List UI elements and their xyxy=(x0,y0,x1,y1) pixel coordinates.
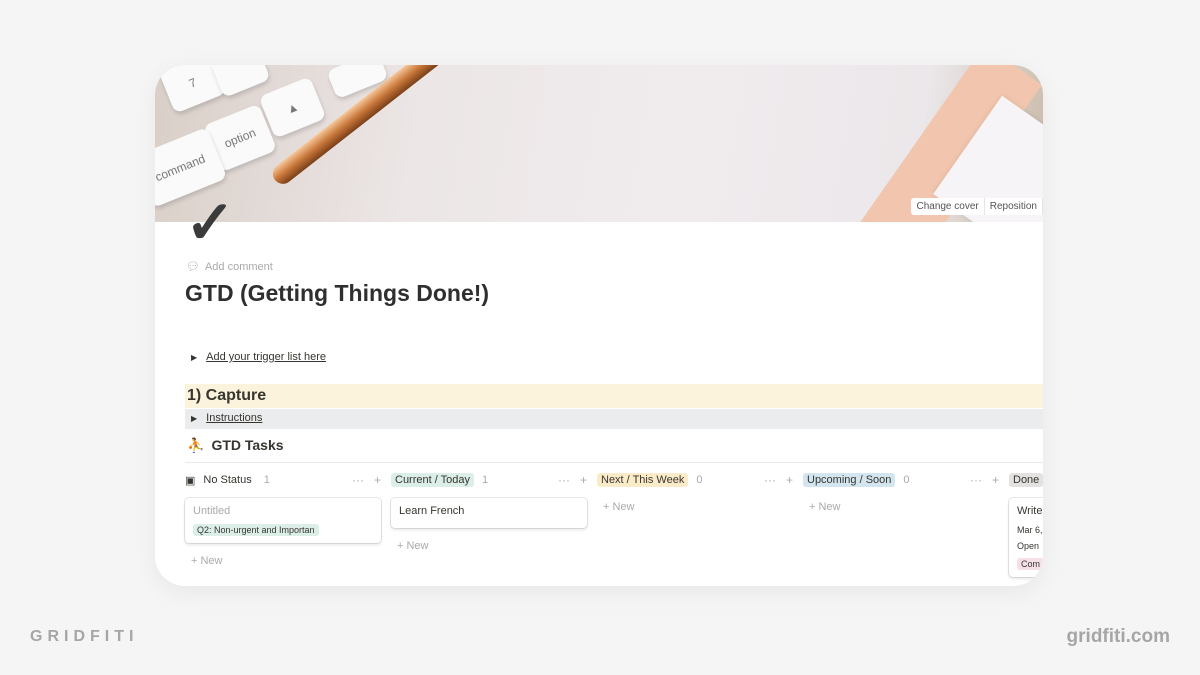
board-column: Upcoming / Soon 0 ··· + + New xyxy=(803,471,999,513)
more-icon[interactable]: ··· xyxy=(764,473,776,487)
inbox-icon: ▣ xyxy=(185,474,196,487)
comment-icon: 💬︎ xyxy=(186,261,200,273)
cover-image: 7 ▲ option command Change cover Repositi… xyxy=(155,65,1043,222)
board-column: Done Write Mar 6, Open Com xyxy=(1009,471,1043,577)
card-title: Write xyxy=(1017,505,1043,517)
more-icon[interactable]: ··· xyxy=(352,473,364,487)
plus-icon[interactable]: + xyxy=(374,473,381,487)
new-label: New xyxy=(406,540,429,552)
board-card[interactable]: Untitled Q2: Non-urgent and Importan xyxy=(185,498,381,543)
checkmark-icon[interactable]: ✓ xyxy=(185,193,235,253)
card-title: Learn French xyxy=(399,505,465,517)
card-tag: Com xyxy=(1017,558,1043,570)
card-tag: Q2: Non-urgent and Importan xyxy=(193,524,319,536)
brand-logo: GRIDFITI xyxy=(30,628,139,645)
board-column: Next / This Week 0 ··· + + New xyxy=(597,471,793,513)
site-url: gridfiti.com xyxy=(1066,626,1170,647)
add-comment-button[interactable]: 💬︎ Add comment xyxy=(186,260,273,274)
plus-icon[interactable]: + xyxy=(786,473,793,487)
add-comment-label: Add comment xyxy=(204,260,273,273)
new-card-button[interactable]: + New xyxy=(803,501,999,513)
card-date: Mar 6, xyxy=(1017,525,1043,535)
column-label[interactable]: Next / This Week xyxy=(597,473,689,487)
column-count: 1 xyxy=(263,474,270,486)
column-count: 0 xyxy=(903,474,910,486)
heading-capture: 1) Capture xyxy=(185,384,1043,408)
database-title[interactable]: ⛹ GTD Tasks xyxy=(187,437,284,454)
new-card-button[interactable]: + New xyxy=(597,501,793,513)
new-card-button[interactable]: + New xyxy=(185,555,381,567)
new-label: New xyxy=(200,555,223,567)
notion-page: 7 ▲ option command Change cover Repositi… xyxy=(155,65,1043,586)
new-card-button[interactable]: + New xyxy=(391,540,587,552)
card-title: Untitled xyxy=(193,505,231,517)
board-card[interactable]: Write Mar 6, Open Com xyxy=(1009,498,1043,577)
card-status: Open xyxy=(1017,541,1040,551)
instructions-toggle[interactable]: ▶ Instructions xyxy=(191,412,262,424)
new-label: New xyxy=(818,501,841,513)
more-icon[interactable]: ··· xyxy=(970,473,982,487)
toggle-label[interactable]: Instructions xyxy=(206,412,262,424)
new-label: New xyxy=(612,501,635,513)
database-title-label: GTD Tasks xyxy=(211,437,284,453)
column-label[interactable]: Current / Today xyxy=(391,473,475,487)
triangle-right-icon[interactable]: ▶ xyxy=(191,414,197,423)
plus-icon[interactable]: + xyxy=(992,473,999,487)
column-label[interactable]: Done xyxy=(1009,473,1043,487)
toggle-label[interactable]: Add your trigger list here xyxy=(206,351,326,363)
reposition-button[interactable]: Reposition xyxy=(985,198,1043,215)
triangle-right-icon[interactable]: ▶ xyxy=(191,353,197,362)
page-title: GTD (Getting Things Done!) xyxy=(185,280,490,306)
column-label[interactable]: Upcoming / Soon xyxy=(803,473,896,487)
plus-icon[interactable]: + xyxy=(580,473,587,487)
column-count: 0 xyxy=(696,474,703,486)
column-count: 1 xyxy=(482,474,489,486)
board-column: ▣ No Status 1 ··· + Untitled Q2: Non-urgent an… xyxy=(185,471,381,567)
trigger-list-toggle[interactable]: ▶ Add your trigger list here xyxy=(191,351,326,363)
board-card[interactable]: Learn French xyxy=(391,498,587,528)
runner-icon: ⛹ xyxy=(187,437,205,453)
change-cover-button[interactable]: Change cover xyxy=(911,198,985,215)
board-column: Current / Today 1 ··· + Learn French + New xyxy=(391,471,587,552)
more-icon[interactable]: ··· xyxy=(558,473,570,487)
divider xyxy=(185,462,1043,463)
column-label[interactable]: No Status xyxy=(199,473,255,487)
